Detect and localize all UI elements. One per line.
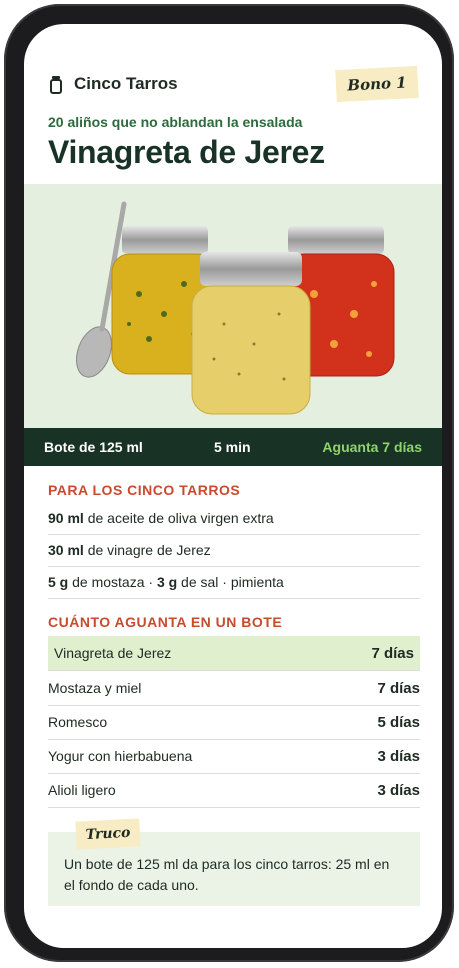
hero-image — [24, 184, 442, 428]
info-bar: Bote de 125 ml 5 min Aguanta 7 días — [24, 428, 442, 466]
shelf-row[interactable]: Yogur con hierbabuena 3 días — [48, 739, 420, 774]
keeps-days: Aguanta 7 días — [322, 439, 422, 455]
shelf-days: 5 días — [377, 714, 420, 731]
tip-text: Un bote de 125 ml da para los cinco tarr… — [64, 856, 390, 893]
shelf-name: Alioli ligero — [48, 782, 116, 798]
ingredient-row: 5 g de mostaza · 3 g de sal · pimienta — [48, 567, 420, 599]
tip-label: Truco — [75, 818, 141, 850]
shelf-days: 3 días — [377, 782, 420, 799]
shelf-life-heading: CUÁNTO AGUANTA EN UN BOTE — [48, 614, 283, 630]
brand-name[interactable]: Cinco Tarros — [74, 74, 178, 94]
app-header: Cinco Tarros Bono 1 — [24, 24, 442, 103]
shelf-days: 3 días — [377, 748, 420, 765]
jar-middle — [191, 252, 311, 415]
prep-time: 5 min — [214, 439, 251, 455]
jar-icon — [50, 76, 62, 94]
jar-size: Bote de 125 ml — [44, 439, 143, 455]
shelf-name: Romesco — [48, 714, 108, 730]
shelf-row[interactable]: Romesco 5 días — [48, 705, 420, 740]
recipe-title: Vinagreta de Jerez — [48, 134, 325, 170]
bono-badge: Bono 1 — [335, 65, 419, 103]
shelf-days: 7 días — [371, 645, 414, 662]
shelf-row-highlight[interactable]: Vinagreta de Jerez 7 días — [48, 636, 420, 671]
shelf-name: Yogur con hierbabuena — [48, 748, 193, 764]
tip-box: Truco Un bote de 125 ml da para los cinc… — [48, 818, 420, 906]
ingredients-heading: PARA LOS CINCO TARROS — [48, 482, 241, 498]
recipe-subtitle: 20 aliños que no ablandan la ensalada — [48, 114, 303, 130]
ingredient-row: 30 ml de vinagre de Jerez — [48, 535, 420, 567]
shelf-days: 7 días — [377, 680, 420, 697]
shelf-row[interactable]: Alioli ligero 3 días — [48, 773, 420, 808]
jars-illustration — [76, 201, 395, 415]
screen: Cinco Tarros Bono 1 20 aliños que no abl… — [24, 24, 442, 948]
shelf-row[interactable]: Mostaza y miel 7 días — [48, 671, 420, 706]
phone-frame: Cinco Tarros Bono 1 20 aliños que no abl… — [4, 4, 454, 962]
ingredient-row: 90 ml de aceite de oliva virgen extra — [48, 503, 420, 535]
shelf-name: Vinagreta de Jerez — [54, 645, 172, 661]
shelf-name: Mostaza y miel — [48, 680, 142, 696]
